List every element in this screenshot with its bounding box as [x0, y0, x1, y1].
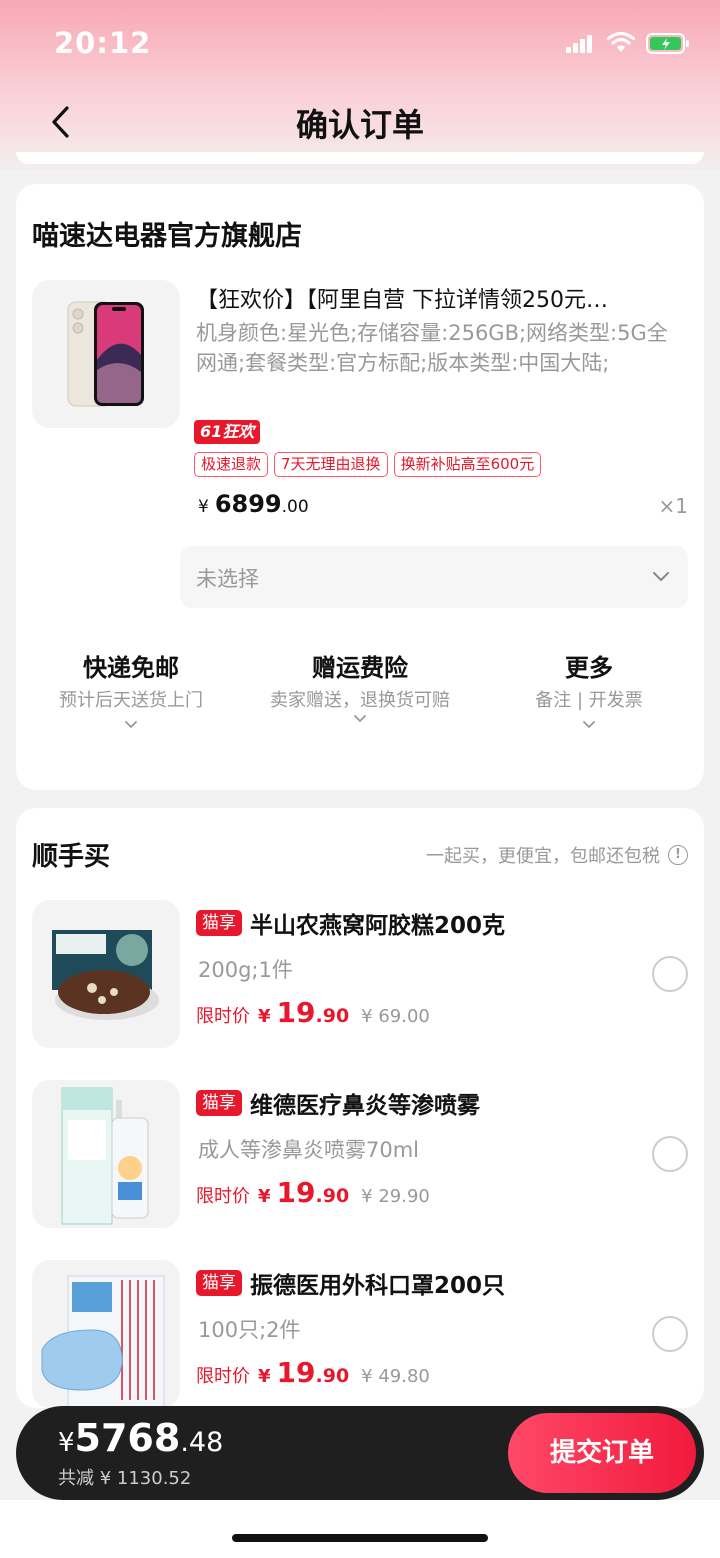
addon-price: 限时价 ¥19.90 ¥ 29.90: [196, 1176, 430, 1209]
total-currency: ¥: [58, 1428, 75, 1458]
info-icon[interactable]: !: [668, 845, 688, 865]
maoxiang-badge: 猫享: [196, 1090, 242, 1116]
service-more-subtitle: 备注 | 开发票: [535, 690, 643, 711]
limit-price-label: 限时价: [196, 1366, 250, 1387]
tag-fast-refund: 极速退款: [194, 452, 269, 477]
price-currency: ¥: [258, 1366, 271, 1387]
service-shipping-title: 快递免邮: [83, 654, 179, 682]
maoxiang-badge: 猫享: [196, 910, 242, 936]
list-item[interactable]: 猫享 振德医用外科口罩200只 100只;2件 限时价 ¥19.90 ¥ 49.…: [16, 1260, 704, 1410]
status-bar: 20:12: [0, 0, 720, 90]
addon-name: 半山农燕窝阿胶糕200克: [250, 913, 506, 939]
maoxiang-badge: 猫享: [196, 1270, 242, 1296]
addon-price: 限时价 ¥19.90 ¥ 69.00: [196, 996, 430, 1029]
bottom-safe-area: [0, 1500, 720, 1558]
promo-badge: 61狂欢: [194, 420, 261, 444]
product-title[interactable]: 【狂欢价】【阿里自营 下拉详情领250元…: [196, 282, 686, 314]
page-title: 确认订单: [295, 106, 424, 144]
address-card-edge: [16, 152, 704, 164]
addon-name-row: 猫享 维德医疗鼻炎等渗喷雾: [196, 1086, 480, 1120]
original-price: ¥ 29.90: [361, 1186, 430, 1207]
price-decimal: .90: [315, 1185, 350, 1207]
service-tags: 极速退款 7天无理由退换 换新补贴高至600元: [194, 452, 542, 477]
addon-hint[interactable]: 一起买，更便宜，包邮还包税 !: [426, 842, 688, 868]
addon-name: 振德医用外科口罩200只: [250, 1273, 506, 1299]
wifi-icon: [606, 31, 636, 52]
price-integer: 6899: [214, 490, 282, 518]
option-selector[interactable]: 未选择: [180, 546, 688, 608]
price-decimal: .90: [315, 1365, 350, 1387]
service-insurance[interactable]: 赠运费险 卖家赠送，退换货可赔: [245, 648, 475, 726]
product-price: ¥6899.00: [198, 490, 309, 518]
service-shipping[interactable]: 快递免邮 预计后天送货上门: [16, 648, 246, 732]
status-time: 20:12: [54, 26, 152, 60]
select-radio[interactable]: [652, 956, 688, 992]
price-integer: 19: [276, 1176, 316, 1209]
limit-price-label: 限时价: [196, 1186, 250, 1207]
addon-image[interactable]: [32, 1260, 180, 1408]
chevron-down-icon: [653, 572, 669, 581]
limit-price-label: 限时价: [196, 1006, 250, 1027]
addon-spec: 成人等渗鼻炎喷雾70ml: [198, 1138, 420, 1162]
addon-image[interactable]: [32, 900, 180, 1048]
submit-order-button[interactable]: 提交订单: [508, 1413, 696, 1493]
total-price: ¥5768.48: [58, 1416, 223, 1460]
original-price: ¥ 49.80: [361, 1366, 430, 1387]
price-currency: ¥: [258, 1006, 271, 1027]
nasal-spray-image: [61, 1087, 149, 1225]
price-currency: ¥: [258, 1186, 271, 1207]
price-integer: 19: [276, 1356, 316, 1389]
service-insurance-subtitle: 卖家赠送，退换货可赔: [270, 690, 450, 711]
list-item[interactable]: 猫享 维德医疗鼻炎等渗喷雾 成人等渗鼻炎喷雾70ml 限时价 ¥19.90 ¥ …: [16, 1080, 704, 1230]
price-decimal: .00: [281, 497, 309, 517]
product-quantity: ×1: [658, 494, 688, 518]
price-decimal: .90: [315, 1005, 350, 1027]
nav-bar: 确认订单: [0, 90, 720, 156]
home-indicator: [232, 1534, 488, 1542]
store-order-card: 喵速达电器官方旗舰店 【狂欢价】【阿里自营 下拉详情领250元… 机身颜色:星光…: [16, 184, 704, 790]
service-more[interactable]: 更多 备注 | 开发票: [474, 648, 704, 732]
addon-hint-text: 一起买，更便宜，包邮还包税: [426, 846, 660, 867]
list-item[interactable]: 猫享 半山农燕窝阿胶糕200克 200g;1件 限时价 ¥19.90 ¥ 69.…: [16, 900, 704, 1050]
phone-image: [67, 301, 144, 407]
addon-spec: 100只;2件: [198, 1318, 301, 1342]
original-price: ¥ 69.00: [361, 1006, 430, 1027]
total-integer: 5768: [74, 1416, 181, 1460]
chevron-down-icon: [125, 721, 137, 729]
mask-pack-image: [41, 1275, 165, 1408]
store-name[interactable]: 喵速达电器官方旗舰店: [32, 214, 302, 253]
delivery-services: 快递免邮 预计后天送货上门 赠运费险 卖家赠送，退换货可赔 更多 备注 | 开发…: [16, 648, 704, 768]
price-currency: ¥: [198, 497, 209, 517]
gift-box-image: [52, 930, 159, 1020]
service-insurance-title: 赠运费险: [312, 654, 408, 682]
price-integer: 19: [276, 996, 316, 1029]
service-more-title: 更多: [565, 654, 613, 682]
addon-card: 顺手买 一起买，更便宜，包邮还包税 ! 猫享 半山农燕窝阿胶糕200克 200g…: [16, 808, 704, 1408]
chevron-down-icon: [583, 721, 595, 729]
select-radio[interactable]: [652, 1136, 688, 1172]
product-spec: 机身颜色:星光色;存储容量:256GB;网络类型:5G全网通;套餐类型:官方标配…: [196, 321, 668, 375]
selector-value: 未选择: [196, 567, 259, 591]
addon-name-row: 猫享 半山农燕窝阿胶糕200克: [196, 906, 505, 940]
addon-name-row: 猫享 振德医用外科口罩200只: [196, 1266, 505, 1300]
total-discount: 共减 ¥ 1130.52: [58, 1468, 192, 1489]
tag-trade-in: 换新补贴高至600元: [393, 452, 542, 477]
battery-icon: [646, 33, 689, 54]
addon-name: 维德医疗鼻炎等渗喷雾: [250, 1093, 480, 1119]
chevron-down-icon: [354, 715, 366, 723]
addon-image[interactable]: [32, 1080, 180, 1228]
checkout-bar: ¥5768.48 共减 ¥ 1130.52 提交订单: [16, 1406, 704, 1500]
product-image[interactable]: [32, 280, 180, 428]
signal-icon: [566, 33, 594, 53]
addon-spec: 200g;1件: [198, 958, 293, 982]
total-decimal: .48: [180, 1427, 224, 1458]
service-shipping-subtitle: 预计后天送货上门: [59, 690, 203, 711]
addon-price: 限时价 ¥19.90 ¥ 49.80: [196, 1356, 430, 1389]
tag-7day-return: 7天无理由退换: [274, 452, 388, 477]
addon-title: 顺手买: [32, 842, 111, 872]
select-radio[interactable]: [652, 1316, 688, 1352]
